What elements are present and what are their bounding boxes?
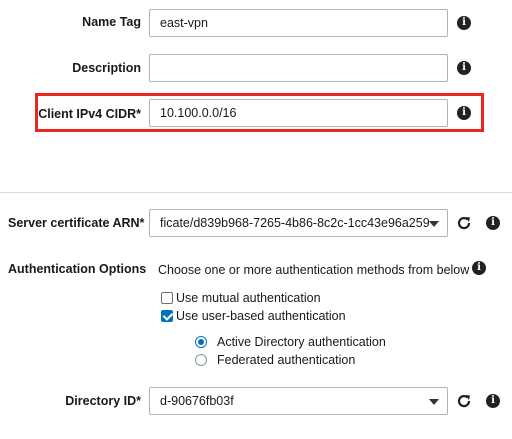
name-tag-label: Name Tag: [82, 15, 141, 29]
name-tag-info-icon[interactable]: i: [457, 16, 471, 30]
client-cidr-info-icon[interactable]: i: [457, 106, 471, 120]
directory-id-info-icon[interactable]: i: [486, 394, 500, 408]
auth-options-label: Authentication Options: [8, 262, 147, 276]
directory-id-select[interactable]: d-90676fb03f: [149, 387, 448, 415]
refresh-icon[interactable]: [456, 393, 472, 409]
refresh-icon[interactable]: [456, 215, 472, 231]
server-cert-label: Server certificate ARN*: [8, 216, 145, 230]
server-cert-value: ficate/d839b968-7265-4b86-8c2c-1cc43e96a…: [160, 216, 430, 230]
chevron-down-icon: [429, 399, 439, 405]
description-input[interactable]: [149, 54, 448, 82]
description-info-icon[interactable]: i: [457, 61, 471, 75]
federated-radio[interactable]: [195, 354, 207, 366]
server-cert-select[interactable]: ficate/d839b968-7265-4b86-8c2c-1cc43e96a…: [149, 209, 448, 237]
auth-options-hint: Choose one or more authentication method…: [158, 263, 470, 277]
chevron-down-icon: [429, 221, 439, 227]
user-based-auth-label: Use user-based authentication: [176, 309, 346, 323]
name-tag-input[interactable]: [149, 9, 448, 37]
client-cidr-input[interactable]: [149, 99, 448, 127]
mutual-auth-label: Use mutual authentication: [176, 291, 321, 305]
server-cert-info-icon[interactable]: i: [486, 216, 500, 230]
directory-id-label: Directory ID*: [65, 394, 141, 408]
active-directory-label: Active Directory authentication: [217, 335, 386, 349]
client-cidr-label: Client IPv4 CIDR*: [38, 107, 141, 121]
section-divider: [0, 192, 512, 193]
mutual-auth-checkbox[interactable]: [161, 292, 173, 304]
active-directory-radio[interactable]: [195, 336, 207, 348]
user-based-auth-checkbox[interactable]: [161, 310, 173, 322]
auth-options-info-icon[interactable]: i: [472, 261, 486, 275]
description-label: Description: [72, 61, 141, 75]
federated-label: Federated authentication: [217, 353, 356, 367]
directory-id-value: d-90676fb03f: [160, 394, 234, 408]
